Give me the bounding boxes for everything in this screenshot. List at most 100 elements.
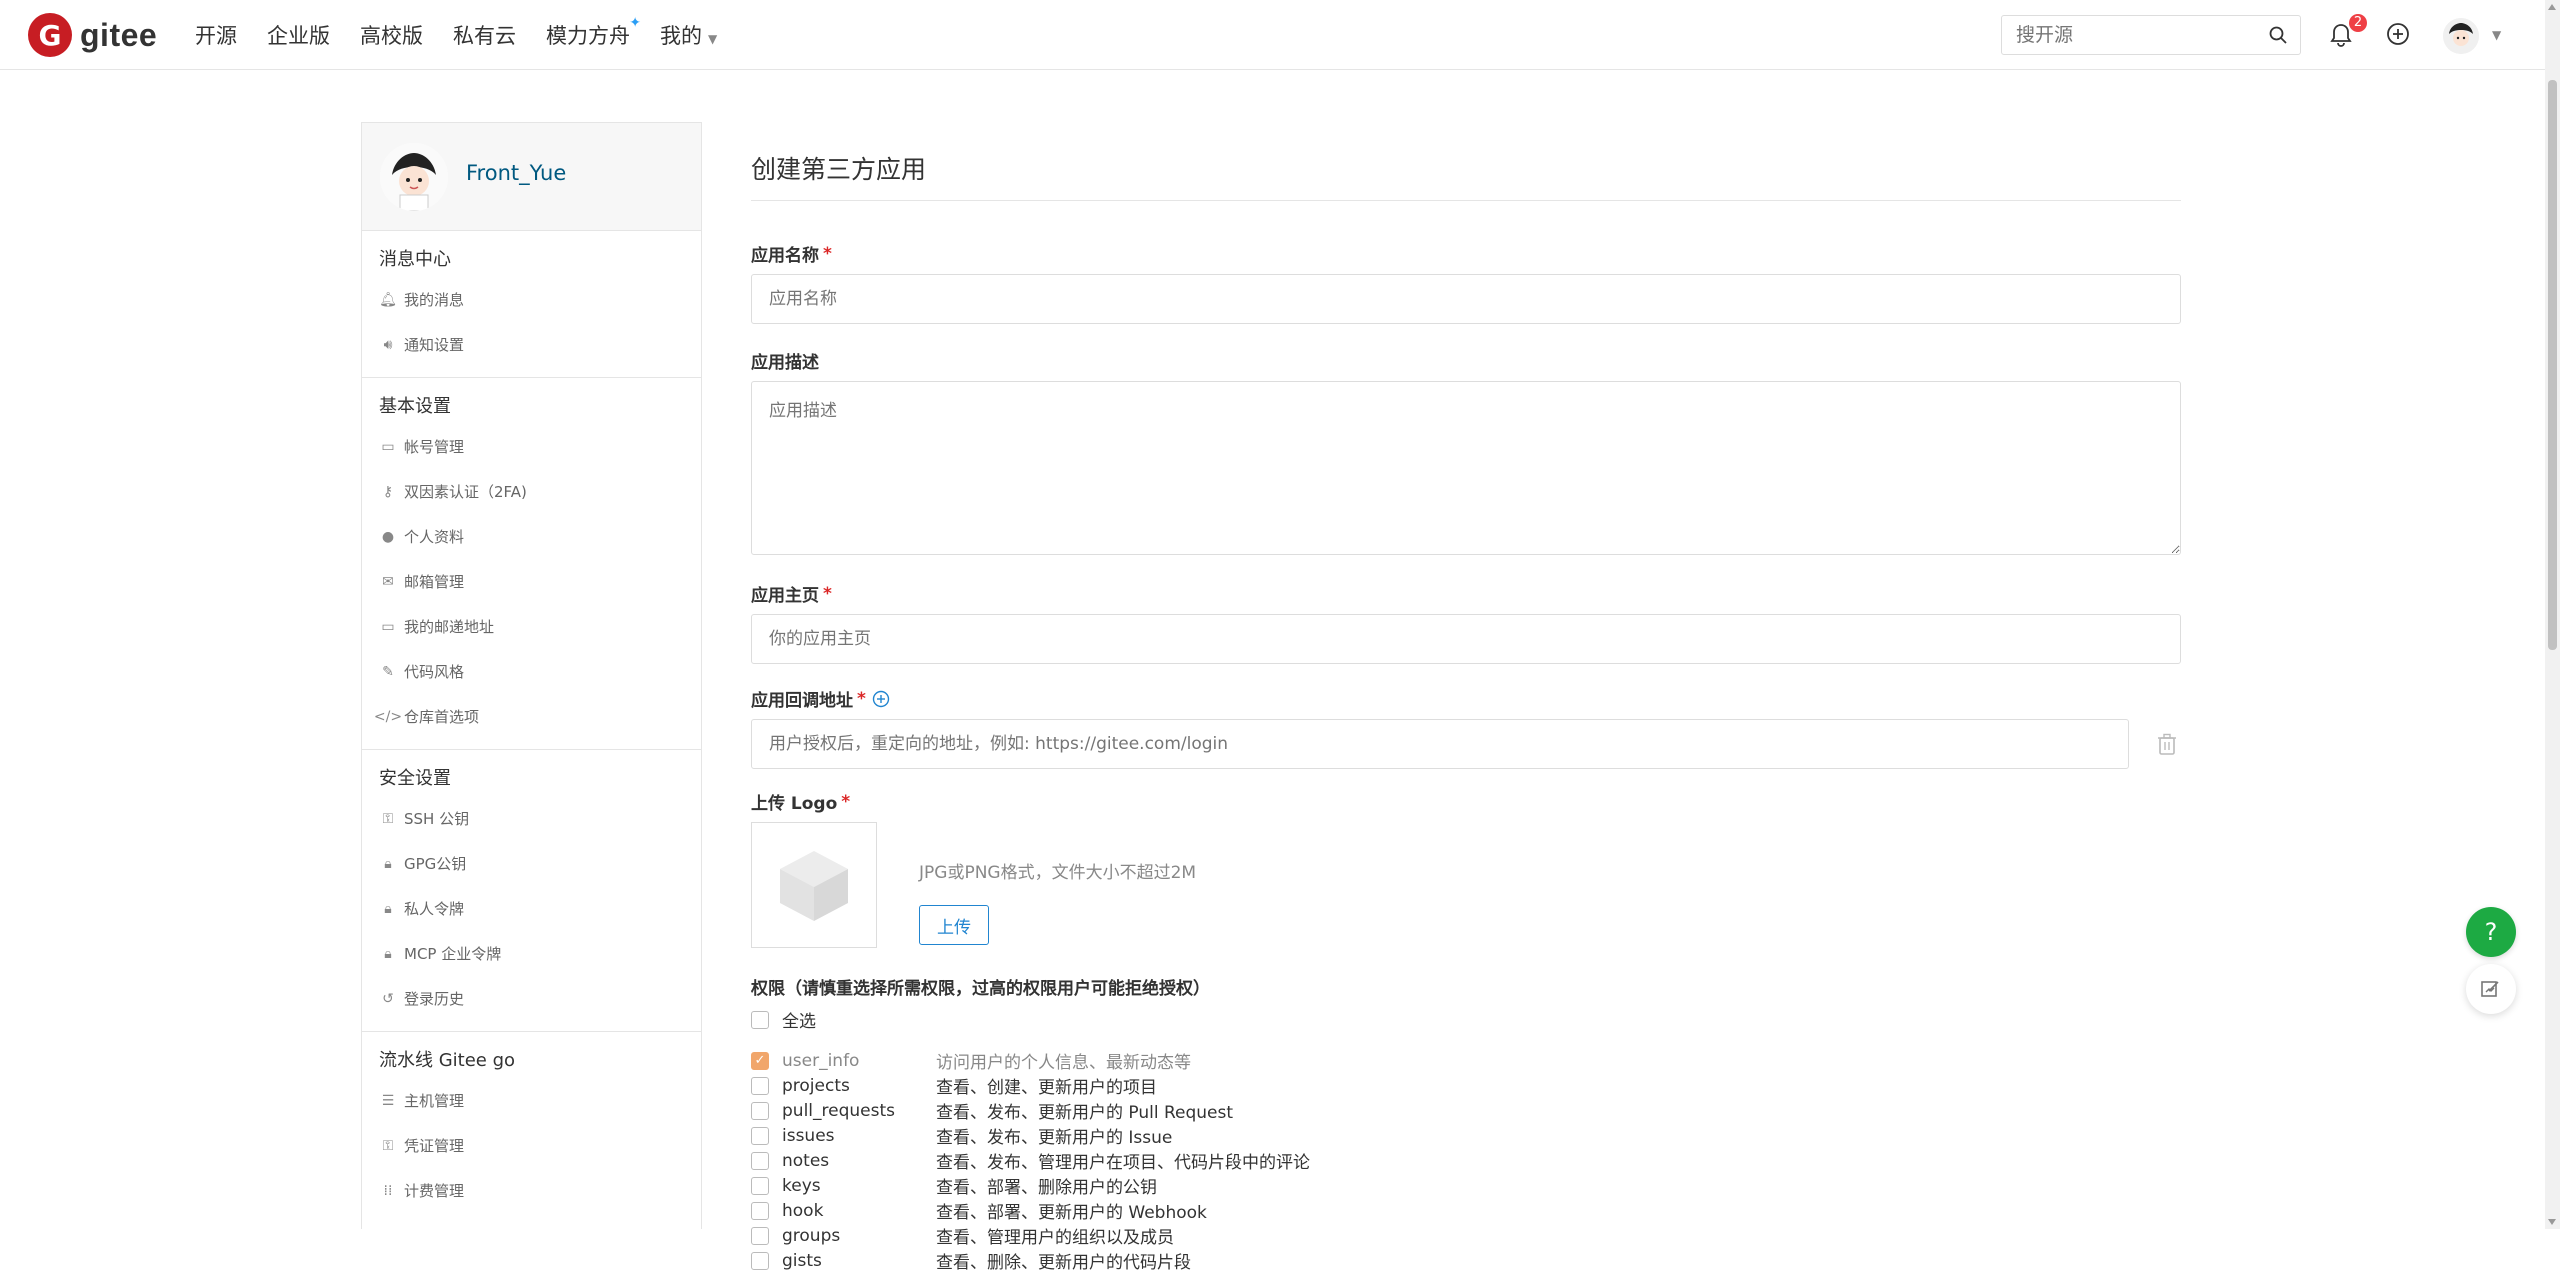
permission-name: notes xyxy=(782,1150,830,1171)
sidebar-item-personal-tokens[interactable]: 🔒︎ 私人令牌 xyxy=(362,886,701,931)
permissions-list: ✓ user_info 访问用户的个人信息、最新动态等 projects 查看、创建、更… xyxy=(751,1048,2181,1273)
nav-education[interactable]: 高校版 xyxy=(360,20,423,50)
profile-username[interactable]: Front_Yue xyxy=(466,161,566,185)
feedback-edit-button[interactable] xyxy=(2466,964,2516,1014)
sidebar-item-billing[interactable]: ⁞⁞ 计费管理 xyxy=(362,1168,701,1213)
sidebar-item-repo-preferences[interactable]: </> 仓库首选项 xyxy=(362,694,701,739)
permission-row[interactable]: hook 查看、部署、更新用户的 Webhook xyxy=(751,1198,2181,1223)
grid-icon: ⁞⁞ xyxy=(383,1182,393,1199)
nav-enterprise[interactable]: 企业版 xyxy=(267,20,330,50)
label-text: 应用回调地址 xyxy=(751,691,853,711)
nav-moli-label: 模力方舟 xyxy=(546,24,630,48)
sidebar-item-login-history[interactable]: ↺ 登录历史 xyxy=(362,976,701,1021)
label-text: 应用主页 xyxy=(751,586,819,606)
app-desc-textarea[interactable] xyxy=(751,381,2181,555)
lock-token-icon: 🔒︎ xyxy=(384,945,392,962)
gitee-logo[interactable]: G gitee xyxy=(28,13,157,57)
sidebar-item-label: SSH 公钥 xyxy=(404,810,470,828)
sidebar-item-account[interactable]: ▭ 帐号管理 xyxy=(362,424,701,469)
sidebar-item-2fa[interactable]: ⚷ 双因素认证（2FA) xyxy=(362,469,701,514)
sidebar-item-mcp-tokens[interactable]: 🔒︎ MCP 企业令牌 xyxy=(362,931,701,976)
sidebar-item-label: 登录历史 xyxy=(404,990,465,1008)
upload-button[interactable]: 上传 xyxy=(919,905,989,945)
bell-icon[interactable] xyxy=(2330,23,2352,47)
nav-mine-label: 我的 xyxy=(660,24,702,48)
trash-icon[interactable] xyxy=(2157,733,2177,755)
app-name-input[interactable] xyxy=(751,274,2181,324)
top-navbar: G gitee 开源 企业版 高校版 私有云 模力方舟✦ 我的 ▼ 2 ▼ xyxy=(0,0,2545,70)
add-callback-plus-icon[interactable] xyxy=(872,690,890,708)
permission-checkbox[interactable] xyxy=(751,1076,769,1095)
user-avatar[interactable] xyxy=(2443,18,2479,54)
permission-checkbox[interactable] xyxy=(751,1101,769,1120)
callback-label: 应用回调地址 * xyxy=(751,686,2181,711)
sidebar-item-gpg-keys[interactable]: 🔒︎ GPG公钥 xyxy=(362,841,701,886)
select-all-row[interactable]: 全选 xyxy=(751,1007,2181,1032)
permission-checkbox[interactable] xyxy=(751,1126,769,1145)
permission-row[interactable]: ✓ user_info 访问用户的个人信息、最新动态等 xyxy=(751,1048,2181,1073)
sidebar-item-profile[interactable]: ● 个人资料 xyxy=(362,514,701,559)
bell-icon: 🔔︎ xyxy=(379,291,397,308)
scroll-thumb[interactable] xyxy=(2548,80,2557,650)
callback-input[interactable] xyxy=(751,719,2129,769)
page-scrollbar[interactable] xyxy=(2545,0,2560,1229)
permission-row[interactable]: notes 查看、发布、管理用户在项目、代码片段中的评论 xyxy=(751,1148,2181,1173)
sidebar-item-notification-settings[interactable]: 🔊︎ 通知设置 xyxy=(362,322,701,367)
permission-description: 查看、发布、更新用户的 Pull Request xyxy=(936,1103,1234,1123)
nav-private-cloud[interactable]: 私有云 xyxy=(453,20,516,50)
profile-avatar[interactable] xyxy=(380,143,448,211)
permission-row[interactable]: keys 查看、部署、删除用户的公钥 xyxy=(751,1173,2181,1198)
permission-row[interactable]: gists 查看、删除、更新用户的代码片段 xyxy=(751,1248,2181,1273)
sidebar-item-ssh-keys[interactable]: ⚿ SSH 公钥 xyxy=(362,796,701,841)
key-icon: ⚿ xyxy=(382,1137,394,1154)
speaker-icon: 🔊︎ xyxy=(383,336,393,353)
sidebar-item-email[interactable]: ✉ 邮箱管理 xyxy=(362,559,701,604)
scroll-down-arrow-icon[interactable] xyxy=(2548,1219,2556,1225)
select-all-checkbox[interactable] xyxy=(751,1010,769,1029)
permission-checkbox[interactable] xyxy=(751,1151,769,1170)
required-mark: * xyxy=(823,243,832,264)
sidebar-item-label: GPG公钥 xyxy=(404,855,467,873)
nav-moli[interactable]: 模力方舟 ✦ xyxy=(546,15,641,50)
permission-checkbox[interactable] xyxy=(751,1201,769,1220)
permission-checkbox[interactable] xyxy=(751,1176,769,1195)
search-icon[interactable] xyxy=(2268,25,2288,45)
sidebar-item-label: 个人资料 xyxy=(404,528,465,546)
sidebar-item-label: 帐号管理 xyxy=(404,438,465,456)
main-nav: 开源 企业版 高校版 私有云 模力方舟 ✦ 我的 ▼ xyxy=(195,15,747,50)
sidebar-item-credentials[interactable]: ⚿ 凭证管理 xyxy=(362,1123,701,1168)
paint-brush-icon: ✎ xyxy=(382,663,394,680)
permission-row[interactable]: issues 查看、发布、更新用户的 Issue xyxy=(751,1123,2181,1148)
sidebar-item-address[interactable]: ▭ 我的邮递地址 xyxy=(362,604,701,649)
homepage-input[interactable] xyxy=(751,614,2181,664)
permission-checkbox[interactable]: ✓ xyxy=(751,1051,769,1070)
permission-row[interactable]: groups 查看、管理用户的组织以及成员 xyxy=(751,1223,2181,1248)
permission-description: 查看、管理用户的组织以及成员 xyxy=(936,1228,1174,1248)
permission-checkbox[interactable] xyxy=(751,1251,769,1270)
sidebar-item-host-management[interactable]: ☰ 主机管理 xyxy=(362,1078,701,1123)
user-icon: ● xyxy=(381,528,395,545)
avatar-chevron-down-icon[interactable]: ▼ xyxy=(2492,28,2501,42)
sidebar-item-label: 双因素认证（2FA) xyxy=(404,483,527,501)
sidebar-item-code-style[interactable]: ✎ 代码风格 xyxy=(362,649,701,694)
required-mark: * xyxy=(823,583,832,604)
permission-checkbox[interactable] xyxy=(751,1226,769,1245)
permission-row[interactable]: projects 查看、创建、更新用户的项目 xyxy=(751,1073,2181,1098)
app-name-label: 应用名称 * xyxy=(751,241,2181,267)
search-input[interactable] xyxy=(2002,16,2242,54)
nav-opensource[interactable]: 开源 xyxy=(195,20,237,50)
create-app-form: 创建第三方应用 应用名称* 应用描述 应用主页* 应用回调地址* 上传 Logo… xyxy=(751,150,2181,1273)
scroll-up-arrow-icon[interactable] xyxy=(2548,4,2556,10)
create-plus-icon[interactable] xyxy=(2386,22,2410,46)
nav-mine[interactable]: 我的 ▼ xyxy=(660,20,717,50)
sidebar-item-my-messages[interactable]: 🔔︎ 我的消息 xyxy=(362,277,701,322)
user-key-icon: ⚷ xyxy=(382,483,394,500)
history-icon: ↺ xyxy=(382,990,394,1007)
list-icon: ☰ xyxy=(381,1092,395,1109)
permission-row[interactable]: pull_requests 查看、发布、更新用户的 Pull Request xyxy=(751,1098,2181,1123)
sidebar-item-label: 私人令牌 xyxy=(404,900,465,918)
sidebar-item-label: 主机管理 xyxy=(404,1092,465,1110)
section-security: 安全设置 ⚿ SSH 公钥 🔒︎ GPG公钥 🔒︎ 私人令牌 🔒︎ MCP 企业令牌 ↺… xyxy=(362,750,701,1032)
help-button[interactable]: ? xyxy=(2466,907,2516,957)
notification-badge: 2 xyxy=(2349,14,2367,32)
